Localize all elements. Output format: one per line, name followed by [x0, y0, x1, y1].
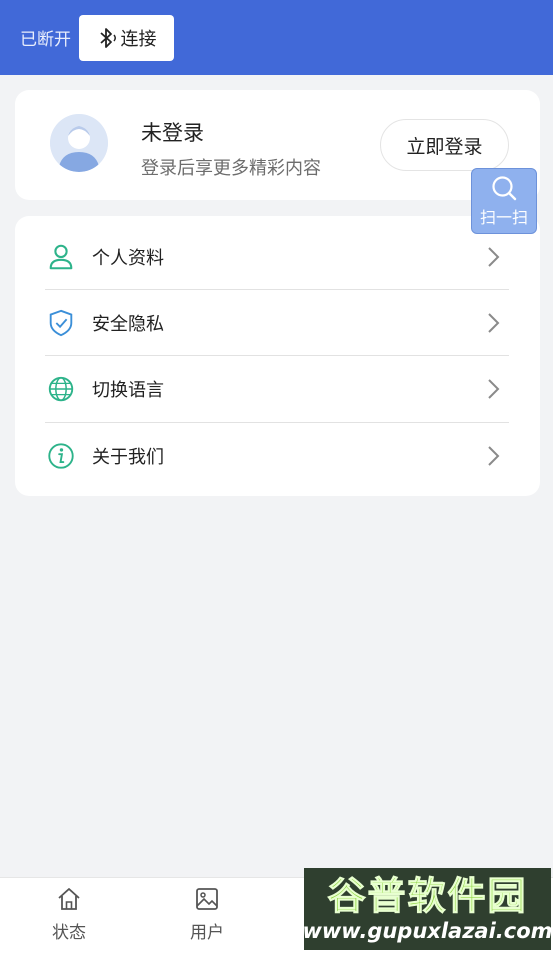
login-button[interactable]: 立即登录 [380, 119, 509, 171]
image-icon [196, 888, 218, 910]
globe-icon [48, 376, 74, 402]
profile-name: 未登录 [141, 121, 204, 145]
home-icon [58, 888, 80, 910]
avatar[interactable] [50, 114, 108, 172]
menu-item-label: 切换语言 [92, 380, 164, 401]
user-icon [49, 244, 73, 270]
chevron-right-icon [488, 379, 500, 399]
menu-item-label: 关于我们 [92, 447, 164, 468]
top-bar: 已断开 连接 [0, 0, 553, 75]
chevron-right-icon [488, 446, 500, 466]
tab-user[interactable]: 用户 [162, 886, 252, 948]
profile-card: 未登录 登录后享更多精彩内容 立即登录 [15, 90, 540, 200]
tab-status[interactable]: 状态 [24, 886, 114, 948]
menu-item-security[interactable]: 安全隐私 [45, 290, 509, 356]
watermark-url: www.gupuxlazai.com [302, 919, 553, 943]
watermark: 谷普软件园 www.gupuxlazai.com [302, 868, 553, 950]
profile-subtitle: 登录后享更多精彩内容 [141, 158, 321, 179]
default-avatar-icon [50, 114, 108, 172]
connect-button[interactable]: 连接 [79, 14, 174, 61]
shield-icon [49, 309, 73, 337]
tab-label: 状态 [52, 923, 86, 943]
info-icon [48, 443, 74, 469]
menu-card: 个人资料 安全隐私 切换语言 关于我们 [15, 216, 540, 496]
search-icon [492, 176, 517, 201]
menu-item-language[interactable]: 切换语言 [45, 356, 509, 422]
menu-item-label: 个人资料 [92, 248, 164, 269]
connect-button-label: 连接 [120, 28, 157, 50]
connection-status: 已断开 [20, 30, 71, 50]
chevron-right-icon [488, 247, 500, 267]
menu-item-label: 安全隐私 [92, 314, 164, 335]
chevron-right-icon [488, 313, 500, 333]
scan-button[interactable]: 扫一扫 [471, 168, 537, 234]
tab-label: 用户 [190, 923, 224, 943]
menu-item-profile[interactable]: 个人资料 [45, 224, 509, 290]
bluetooth-icon [99, 27, 116, 48]
menu-item-about[interactable]: 关于我们 [45, 423, 509, 489]
scan-button-label: 扫一扫 [479, 208, 528, 227]
watermark-title: 谷普软件园 [327, 874, 528, 919]
